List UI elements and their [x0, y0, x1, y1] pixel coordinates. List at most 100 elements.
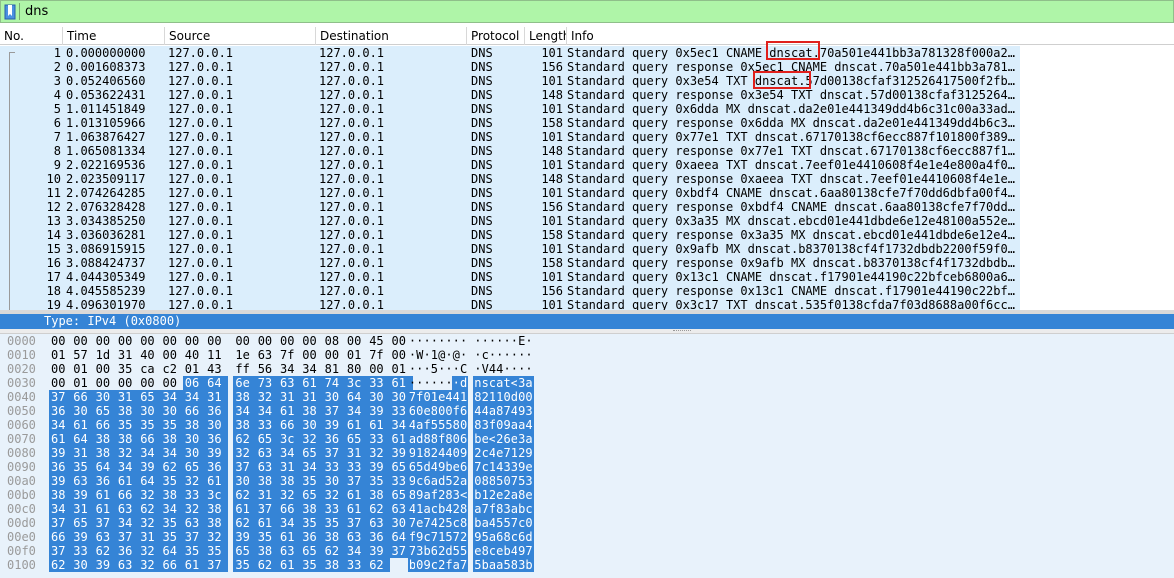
hex-byte[interactable]: 00 [49, 362, 72, 376]
hex-byte[interactable]: 62 [233, 488, 257, 502]
hex-byte[interactable]: 38 [205, 502, 229, 516]
hex-byte[interactable]: 62 [49, 558, 72, 572]
hex-byte[interactable]: 63 [278, 376, 301, 390]
packet-row[interactable]: 19 4.096301970 127.0.0.1 127.0.0.1 DNS 101 Sta… [0, 298, 1020, 310]
hex-byte[interactable]: 40 [183, 348, 206, 362]
hex-byte[interactable]: 32 [182, 474, 206, 488]
hex-byte[interactable]: 37 [344, 516, 368, 530]
hex-row[interactable]: 0020 00 01 00 35 ca c2 01 43 ff 56 34 34 81 80 00 01 · · · 5… [0, 362, 1174, 376]
hex-byte[interactable]: 62 [233, 432, 257, 446]
hex-byte[interactable]: 34 [160, 390, 184, 404]
hex-byte[interactable]: 34 [344, 404, 368, 418]
hex-byte[interactable]: 34 [49, 502, 72, 516]
hex-byte[interactable]: 32 [138, 516, 162, 530]
hex-byte[interactable]: 45 [367, 334, 390, 348]
hex-byte[interactable]: 35 [205, 544, 229, 558]
hex-byte[interactable]: 62 [367, 558, 391, 572]
hex-byte[interactable]: 00 [323, 348, 346, 362]
hex-byte[interactable]: 32 [182, 502, 206, 516]
hex-byte[interactable]: 00 [205, 334, 228, 348]
hex-byte[interactable]: 64 [344, 390, 368, 404]
hex-byte[interactable]: 66 [278, 418, 301, 432]
hex-byte[interactable]: 31 [116, 348, 139, 362]
hex-byte[interactable]: 36 [49, 404, 72, 418]
hex-byte[interactable]: 34 [278, 362, 301, 376]
hex-byte[interactable]: 66 [49, 530, 72, 544]
hex-byte[interactable]: 39 [93, 558, 117, 572]
hex-byte[interactable]: 63 [182, 516, 206, 530]
packet-row[interactable]: 11 2.074264285 127.0.0.1 127.0.0.1 DNS 101 Sta… [0, 186, 1020, 200]
hex-byte[interactable]: 39 [322, 418, 346, 432]
hex-byte[interactable]: ca [138, 362, 161, 376]
hex-byte[interactable]: 00 [94, 362, 117, 376]
hex-byte[interactable]: 61 [300, 376, 324, 390]
hex-byte[interactable]: c2 [161, 362, 184, 376]
hex-byte[interactable]: 61 [115, 474, 139, 488]
hex-byte[interactable]: 30 [367, 390, 391, 404]
packet-bytes-pane[interactable]: 0000 00 00 00 00 00 00 00 00 00 00 00 00 08 00 45 00 · · · ·… [0, 334, 1174, 578]
packet-row[interactable]: 4 0.053622431 127.0.0.1 127.0.0.1 DNS 148 Stan… [0, 88, 1020, 102]
packet-row[interactable]: 1 0.000000000 127.0.0.1 127.0.0.1 DNS 101 Stan… [0, 46, 1020, 60]
hex-byte[interactable]: 00 [49, 376, 72, 390]
hex-byte[interactable]: 63 [255, 460, 279, 474]
hex-byte[interactable]: 63 [93, 530, 117, 544]
hex-byte[interactable]: 3c [205, 488, 229, 502]
packet-list[interactable]: No. Time Source Destination Protocol Len… [0, 27, 1174, 310]
packet-row[interactable]: 13 3.034385250 127.0.0.1 127.0.0.1 DNS 101 Sta… [0, 214, 1020, 228]
hex-byte[interactable]: 61 [278, 558, 301, 572]
hex-byte[interactable]: 36 [115, 544, 139, 558]
hex-byte[interactable]: 36 [205, 460, 229, 474]
hex-byte[interactable]: 32 [300, 432, 324, 446]
hex-byte[interactable]: 63 [367, 516, 391, 530]
splitter-grip-icon[interactable] [673, 330, 691, 332]
hex-byte[interactable]: 00 [233, 334, 256, 348]
hex-row[interactable]: 00e0 66 39 63 37 31 35 37 32 39 35 61 36 38 63 36 64 f 9 c 7… [0, 530, 1174, 544]
packet-row[interactable]: 18 4.045585239 127.0.0.1 127.0.0.1 DNS 156 Sta… [0, 284, 1020, 298]
hex-byte[interactable]: 36 [367, 530, 391, 544]
hex-byte[interactable]: 64 [160, 544, 184, 558]
hex-byte[interactable]: 33 [182, 488, 206, 502]
hex-byte[interactable]: 66 [138, 432, 162, 446]
packet-row[interactable]: 9 2.022169536 127.0.0.1 127.0.0.1 DNS 101 Stan… [0, 158, 1020, 172]
hex-byte[interactable]: 66 [160, 558, 184, 572]
hex-byte[interactable]: 01 [345, 348, 368, 362]
hex-byte[interactable]: 33 [322, 460, 346, 474]
hex-byte[interactable]: 64 [93, 460, 117, 474]
hex-byte[interactable]: 62 [367, 502, 391, 516]
hex-byte[interactable]: 30 [93, 390, 117, 404]
hex-byte[interactable]: 34 [278, 516, 301, 530]
hex-byte[interactable]: 00 [300, 334, 323, 348]
hex-byte[interactable]: 37 [255, 502, 279, 516]
hex-byte[interactable]: 65 [255, 432, 279, 446]
hex-byte[interactable]: 35 [300, 558, 324, 572]
hex-byte[interactable]: 56 [256, 362, 279, 376]
hex-byte[interactable]: 37 [344, 474, 368, 488]
hex-byte[interactable]: 63 [255, 446, 279, 460]
hex-byte[interactable]: 37 [49, 390, 72, 404]
hex-byte[interactable]: 00 [183, 334, 206, 348]
hex-byte[interactable]: 30 [160, 404, 184, 418]
hex-byte[interactable]: 62 [233, 516, 257, 530]
hex-byte[interactable]: 30 [322, 474, 346, 488]
hex-byte[interactable]: 36 [205, 432, 229, 446]
hex-byte[interactable]: 32 [138, 488, 162, 502]
hex-byte[interactable]: 38 [300, 404, 324, 418]
hex-byte[interactable]: 38 [182, 418, 206, 432]
hex-byte[interactable]: 35 [300, 516, 324, 530]
hex-byte[interactable]: 38 [160, 488, 184, 502]
hex-byte[interactable]: 37 [322, 404, 346, 418]
hex-byte[interactable]: 34 [160, 446, 184, 460]
hex-byte[interactable]: 34 [182, 390, 206, 404]
hex-byte[interactable]: 40 [138, 348, 161, 362]
hex-byte[interactable]: 61 [182, 558, 206, 572]
hex-byte[interactable]: 30 [205, 418, 229, 432]
hex-byte[interactable]: 39 [71, 530, 95, 544]
hex-byte[interactable]: 32 [138, 558, 162, 572]
hex-byte[interactable]: 65 [344, 432, 368, 446]
hex-byte[interactable]: 00 [278, 334, 301, 348]
column-header-no[interactable]: No. [0, 27, 63, 45]
hex-byte[interactable]: 01 [49, 348, 72, 362]
hex-byte[interactable]: 00 [94, 334, 117, 348]
hex-byte[interactable]: 7f [367, 348, 390, 362]
hex-byte[interactable]: 64 [205, 376, 229, 390]
